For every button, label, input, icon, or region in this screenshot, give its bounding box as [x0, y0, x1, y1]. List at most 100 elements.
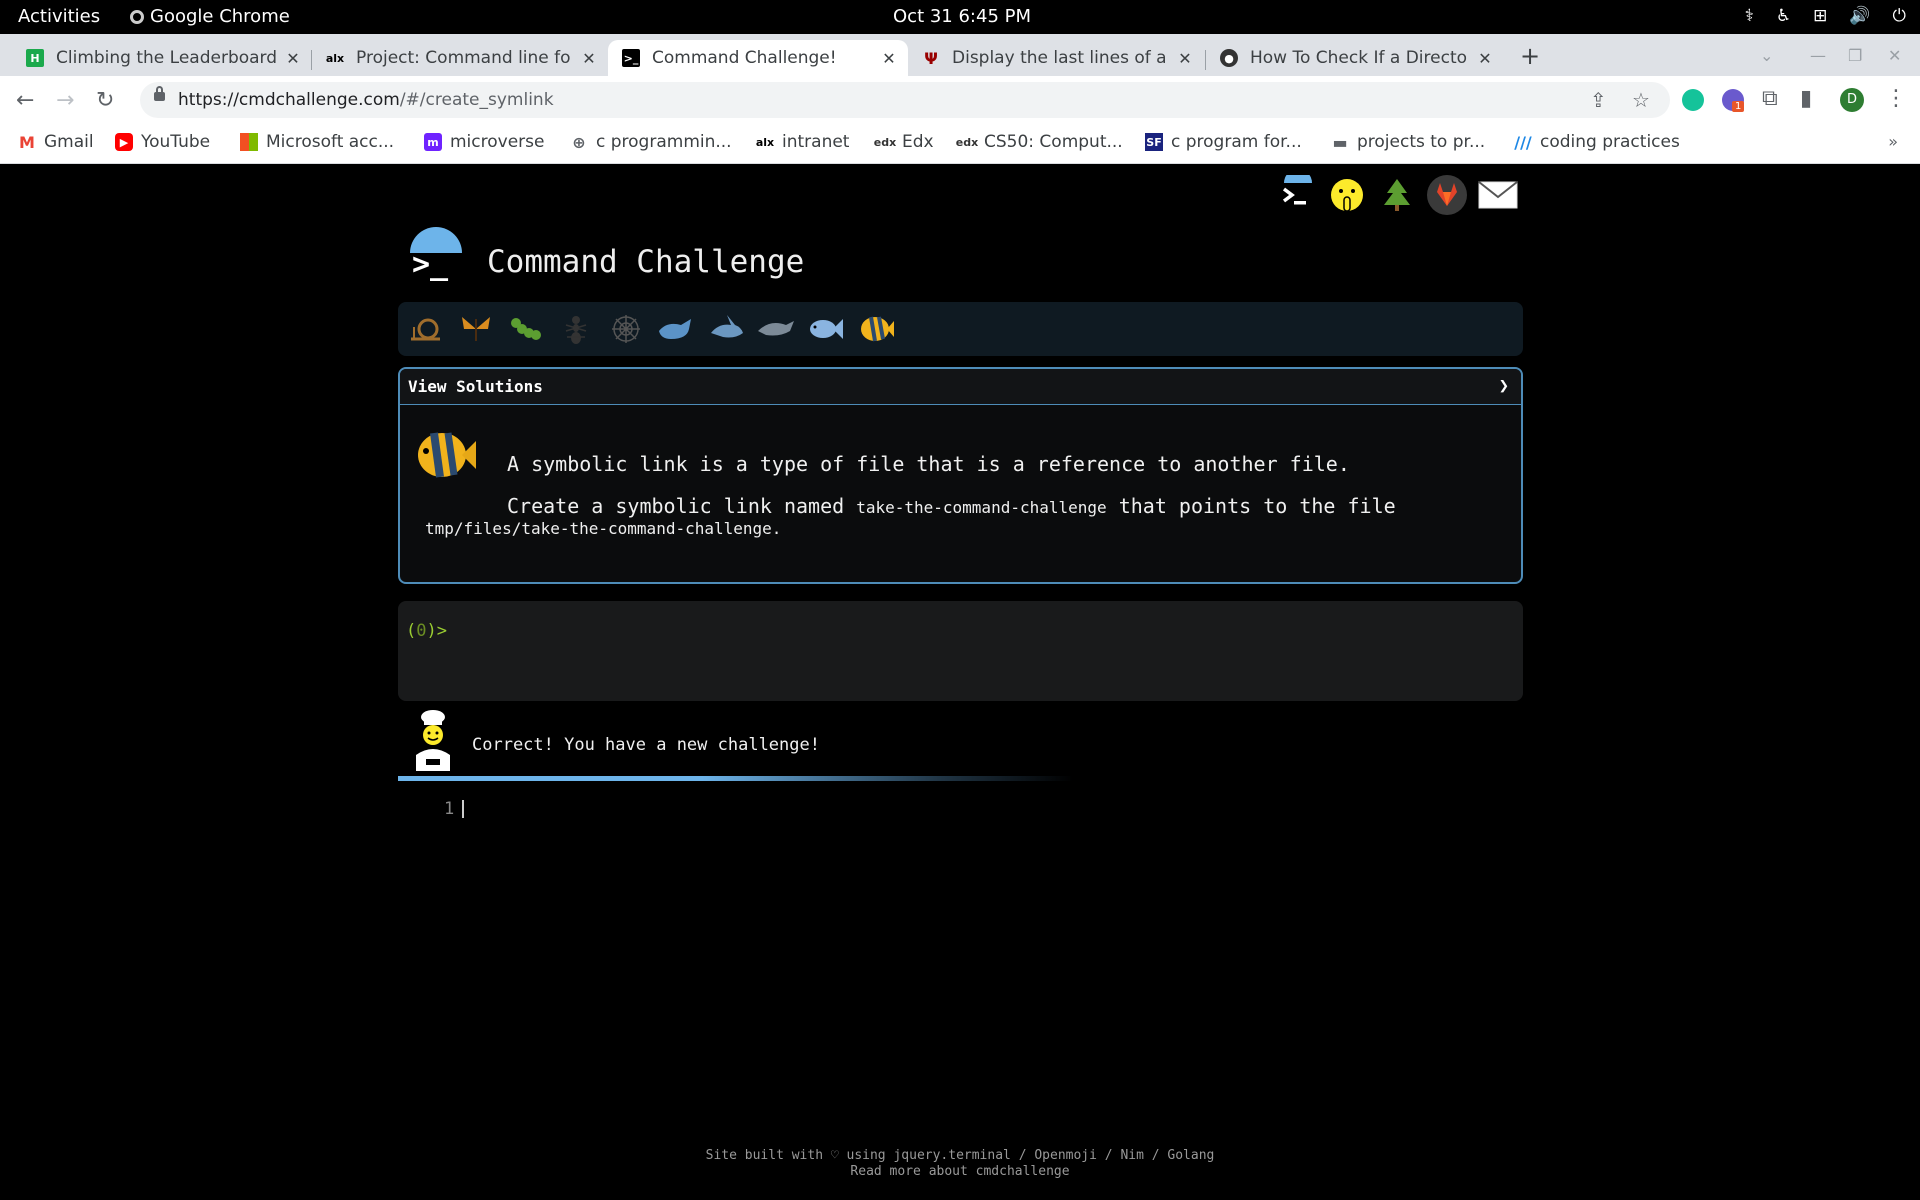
microverse-icon: m: [424, 133, 442, 151]
tab-climbing-leaderboard[interactable]: H Climbing the Leaderboard ✕: [12, 40, 312, 76]
spider-web-icon[interactable]: [606, 309, 646, 349]
bookmark-star-icon[interactable]: ☆: [1632, 88, 1650, 112]
bookmark-edx[interactable]: edx Edx: [873, 132, 934, 152]
close-window-icon[interactable]: ✕: [1888, 46, 1901, 65]
forward-icon[interactable]: →: [56, 88, 74, 113]
terminal-icon: >_: [622, 49, 640, 67]
shark-icon[interactable]: [706, 309, 746, 349]
bookmark-cs50[interactable]: edx CS50: Comput...: [955, 132, 1123, 152]
terminal-input[interactable]: (0)>: [398, 601, 1523, 701]
accessibility-icon[interactable]: ♿: [1776, 6, 1791, 26]
alx-icon: alx: [325, 51, 345, 65]
terminal-prompt: (0)>: [406, 621, 447, 641]
footer-credits: Site built with ♡ using jquery.terminal …: [705, 1148, 1215, 1163]
iu-icon: Ψ: [924, 48, 938, 68]
butterfly-icon[interactable]: [456, 309, 496, 349]
bookmark-microverse[interactable]: m microverse: [424, 132, 544, 152]
close-icon[interactable]: ✕: [1476, 49, 1494, 68]
bookmark-youtube[interactable]: ▶ YouTube: [115, 132, 210, 152]
challenge-target-path: tmp/files/take-the-command-challenge.: [425, 519, 782, 538]
reload-icon[interactable]: ↻: [96, 88, 114, 113]
page-footer: Site built with ♡ using jquery.terminal …: [0, 1148, 1920, 1180]
line-number: 1: [444, 799, 455, 819]
result-message: Correct! You have a new challenge!: [398, 705, 1523, 785]
snail-icon[interactable]: [406, 309, 446, 349]
challenge-description-line2: Create a symbolic link named take-the-co…: [507, 494, 1396, 518]
tab-command-challenge[interactable]: >_ Command Challenge! ✕: [608, 40, 908, 76]
hackerrank-icon: H: [26, 49, 44, 67]
linuxize-icon: ●: [1220, 49, 1238, 67]
terminal-icon[interactable]: [1274, 173, 1318, 217]
sf-icon: SF: [1145, 133, 1163, 151]
input-method-icon[interactable]: ⚕: [1745, 6, 1754, 26]
clock[interactable]: Oct 31 6:45 PM: [893, 6, 1031, 27]
tree-icon[interactable]: [1375, 173, 1419, 217]
fish-icon[interactable]: [806, 309, 846, 349]
caterpillar-icon[interactable]: [506, 309, 546, 349]
view-solutions-label: View Solutions: [408, 377, 543, 396]
mail-icon[interactable]: [1476, 173, 1520, 217]
maximize-icon[interactable]: ❐: [1848, 46, 1862, 65]
dolphin-icon[interactable]: [756, 309, 796, 349]
url-text[interactable]: https://cmdchallenge.com/#/create_symlin…: [178, 90, 554, 110]
slashes-icon: ///: [1514, 132, 1532, 152]
close-icon[interactable]: ✕: [880, 49, 898, 68]
link-name-code: take-the-command-challenge: [856, 498, 1107, 517]
network-icon[interactable]: ⊞: [1813, 6, 1827, 26]
level-selector: [398, 302, 1523, 356]
page-title: Command Challenge: [487, 244, 805, 280]
minimize-icon[interactable]: —: [1810, 46, 1826, 65]
close-icon[interactable]: ✕: [580, 49, 598, 68]
whale-icon[interactable]: [656, 309, 696, 349]
browser-toolbar: ← → ↻ https://cmdchallenge.com/#/create_…: [0, 76, 1920, 124]
microsoft-icon: [240, 133, 258, 151]
command-editor[interactable]: 1: [398, 795, 998, 825]
tab-project-command-line[interactable]: alx Project: Command line for ✕: [312, 40, 608, 76]
edx-icon: edx: [955, 135, 979, 149]
bookmark-c-programming[interactable]: ⊕ c programmin...: [570, 132, 731, 152]
globe-icon: ⊕: [572, 132, 586, 152]
close-icon[interactable]: ✕: [1176, 49, 1194, 68]
bookmark-projects-folder[interactable]: ▬ projects to pr...: [1331, 132, 1485, 152]
system-tray[interactable]: ⚕ ♿ ⊞ 🔊 ⏻: [1745, 6, 1906, 26]
lock-icon[interactable]: [154, 86, 165, 101]
app-menu[interactable]: Google Chrome: [130, 6, 290, 27]
gitlab-icon[interactable]: [1425, 173, 1469, 217]
chrome-icon: [130, 9, 144, 24]
address-bar[interactable]: https://cmdchallenge.com/#/create_symlin…: [140, 82, 1670, 118]
tab-search-chevron-icon[interactable]: ⌄: [1760, 46, 1773, 65]
power-icon[interactable]: ⏻: [1893, 6, 1906, 26]
share-icon[interactable]: ⇪: [1590, 88, 1607, 112]
back-icon[interactable]: ←: [16, 88, 34, 113]
bookmark-microsoft[interactable]: Microsoft acc...: [240, 132, 394, 152]
bookmark-c-program-for[interactable]: SF c program for...: [1145, 132, 1302, 152]
bookmarks-bar: M Gmail ▶ YouTube Microsoft acc... m microv…: [0, 124, 1920, 164]
tropical-fish-icon[interactable]: [856, 309, 896, 349]
grammarly-icon[interactable]: [1682, 89, 1704, 111]
alx-icon: alx: [755, 135, 775, 149]
site-logo[interactable]: >_: [410, 227, 462, 289]
bookmarks-overflow-icon[interactable]: »: [1888, 132, 1898, 151]
puzzle-icon[interactable]: ⧉: [1762, 86, 1778, 111]
close-icon[interactable]: ✕: [284, 49, 302, 68]
youtube-icon: ▶: [115, 133, 133, 151]
new-tab-button[interactable]: +: [1520, 42, 1540, 70]
bookmark-intranet[interactable]: alx intranet: [755, 132, 850, 152]
tab-check-directory[interactable]: ● How To Check If a Directo ✕: [1206, 40, 1504, 76]
bookmark-coding-practices[interactable]: ///coding practices: [1514, 132, 1680, 152]
bookmark-gmail[interactable]: M Gmail: [18, 132, 94, 152]
view-solutions-toggle[interactable]: View Solutions ❯: [400, 369, 1521, 405]
ant-icon[interactable]: [556, 309, 596, 349]
edx-icon: edx: [873, 135, 897, 149]
side-panel-icon[interactable]: ▮: [1800, 86, 1812, 111]
chevron-right-icon: ❯: [1498, 376, 1509, 396]
tab-display-last-lines[interactable]: Ψ Display the last lines of a f ✕: [908, 40, 1204, 76]
volume-icon[interactable]: 🔊: [1849, 6, 1870, 26]
shushing-face-icon[interactable]: [1325, 173, 1369, 217]
footer-about-link[interactable]: Read more about cmdchallenge: [0, 1164, 1920, 1180]
extension-badge-icon[interactable]: 1: [1722, 89, 1745, 112]
activities-button[interactable]: Activities: [18, 6, 100, 27]
profile-avatar[interactable]: D: [1840, 88, 1864, 112]
menu-dots-icon[interactable]: ⋮: [1885, 86, 1907, 111]
page-content: >_ Command Challenge View Solutions ❯ A …: [0, 165, 1920, 1200]
